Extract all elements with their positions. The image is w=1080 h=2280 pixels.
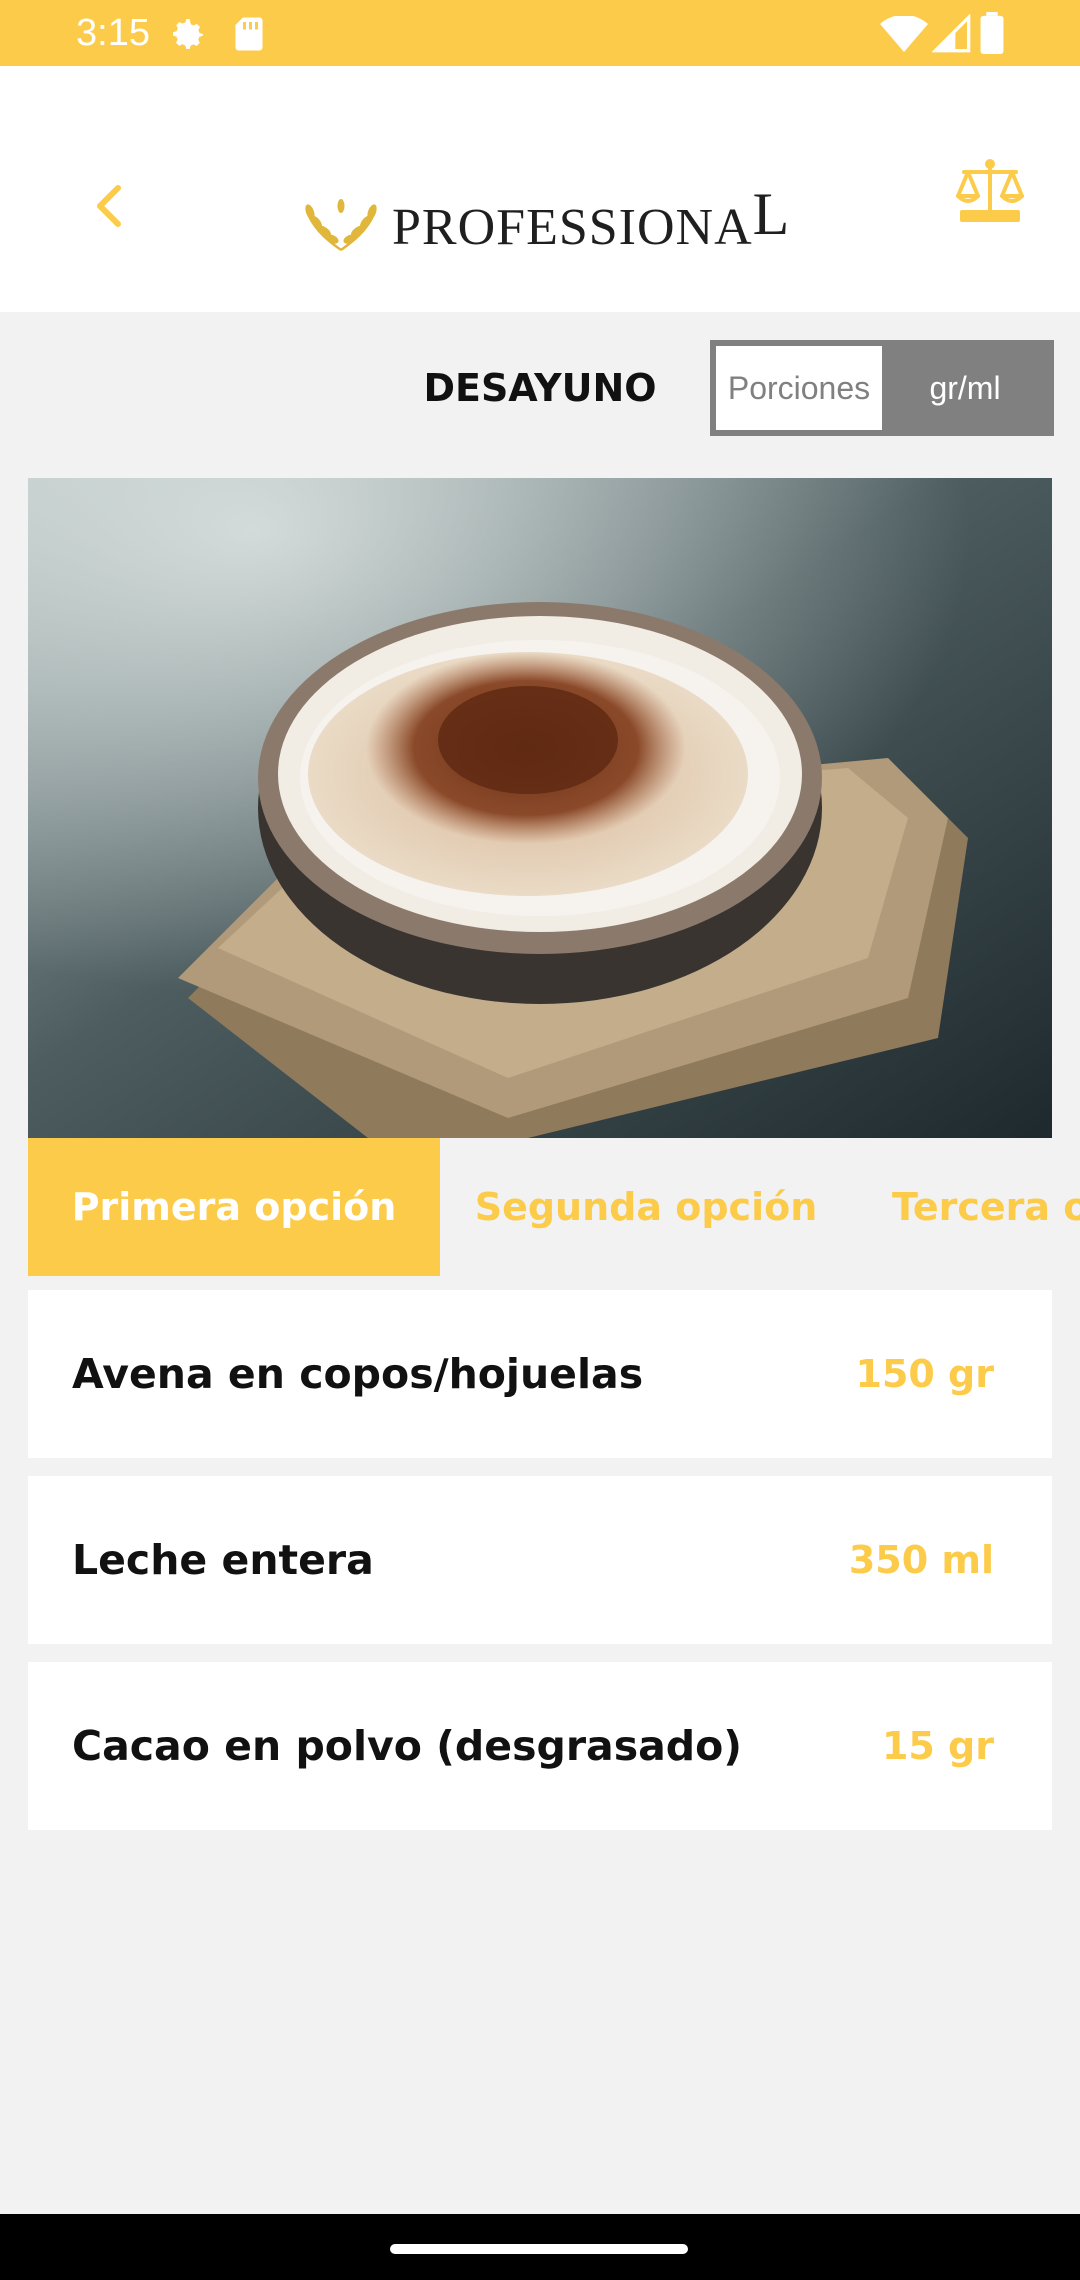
ingredient-name: Avena en copos/hojuelas [72,1350,644,1398]
brand-logo: PROFESSIONAL [300,132,789,262]
system-nav-bar [0,2214,1080,2280]
scale-icon[interactable] [954,154,1026,226]
status-time: 3:15 [76,12,150,54]
brand-name-last-letter: L [752,181,791,247]
option-tabs: Primera opción Segunda opción Tercera op… [28,1138,1080,1276]
tab-tercera-opcion[interactable]: Tercera opción [852,1138,1080,1276]
laurel-icon [305,199,377,252]
ingredient-name: Cacao en polvo (desgrasado) [72,1722,743,1770]
back-button[interactable] [82,166,132,246]
brand-name: PROFESSIONAL [392,181,790,259]
ingredient-row: Cacao en polvo (desgrasado) 15 gr [28,1662,1052,1830]
ingredient-row: Avena en copos/hojuelas 150 gr [28,1290,1052,1458]
meal-photo [28,478,1052,1138]
battery-icon [980,12,1004,54]
signal-icon [932,14,971,53]
gear-icon [173,19,203,49]
toggle-porciones[interactable]: Porciones [716,346,882,430]
meal-title: DESAYUNO [423,366,657,410]
ingredient-name: Leche entera [72,1536,374,1584]
ingredient-row: Leche entera 350 ml [28,1476,1052,1644]
toggle-gr-ml[interactable]: gr/ml [882,346,1048,430]
tab-primera-opcion[interactable]: Primera opción [28,1138,440,1276]
tab-segunda-opcion[interactable]: Segunda opción [440,1138,852,1276]
unit-toggle[interactable]: Porciones gr/ml [710,340,1054,436]
brand-name-main: PROFESSIONA [392,199,753,256]
ingredient-quantity: 15 gr [881,1724,994,1768]
home-gesture-handle[interactable] [390,2244,688,2254]
wifi-icon [880,16,928,52]
status-bar: 3:15 [0,0,1080,66]
sd-card-icon [235,17,263,51]
ingredient-quantity: 150 gr [855,1352,995,1396]
app-header: PROFESSIONAL [0,66,1080,312]
oatmeal-bowl-image [28,478,1052,1138]
ingredient-quantity: 350 ml [848,1538,994,1582]
